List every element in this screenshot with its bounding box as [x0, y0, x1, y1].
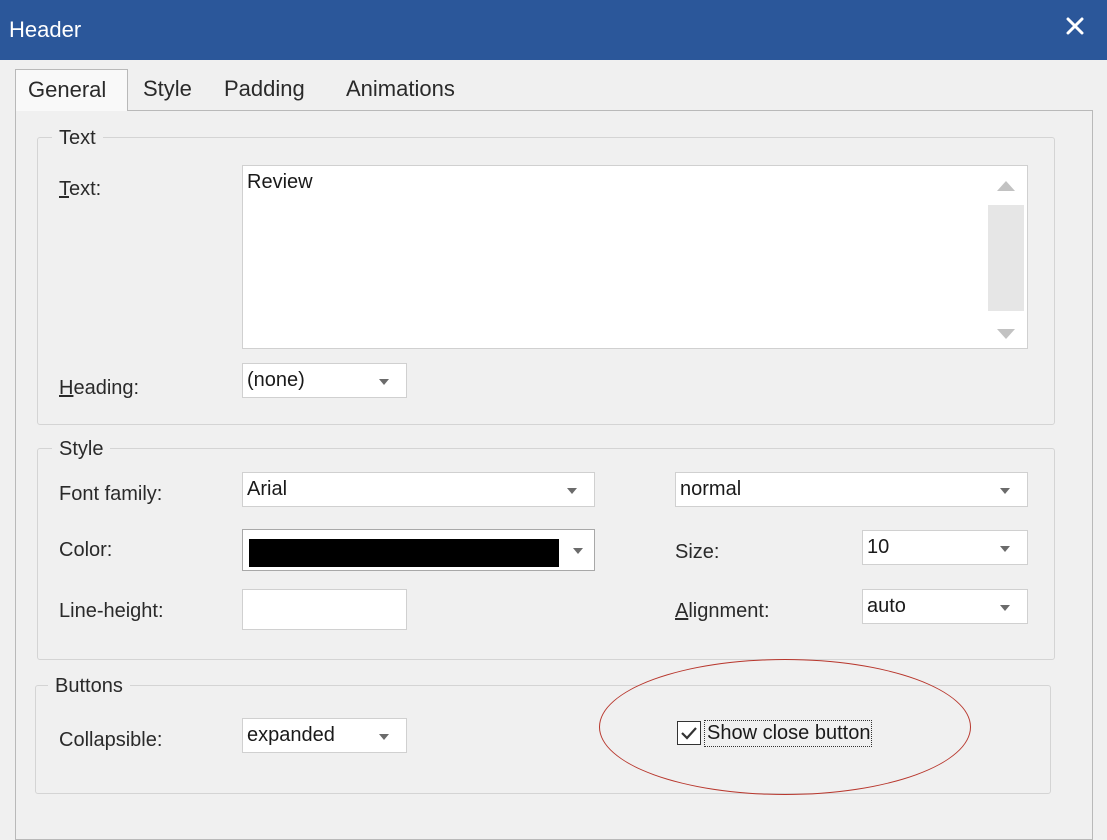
heading-field-label: Heading:: [59, 377, 139, 400]
font-weight-value: normal: [680, 478, 742, 500]
size-label: Size:: [675, 541, 720, 563]
font-family-value: Arial: [247, 478, 288, 500]
tab-animations[interactable]: Animations: [346, 76, 455, 102]
close-button[interactable]: [1043, 0, 1107, 52]
heading-select[interactable]: (none): [242, 363, 407, 398]
style-group-legend: Style: [52, 438, 111, 461]
tab-general[interactable]: General: [15, 69, 128, 111]
font-family-select[interactable]: Arial: [242, 472, 595, 507]
tab-style[interactable]: Style: [143, 76, 192, 102]
scroll-up-arrow-icon[interactable]: [997, 181, 1015, 191]
checkmark-icon: [681, 727, 697, 740]
alignment-label: Alignment:: [675, 600, 770, 623]
text-group-legend: Text: [52, 127, 103, 150]
font-weight-select[interactable]: normal: [675, 472, 1028, 507]
alignment-label-mnemonic: A: [675, 600, 689, 622]
heading-label-rest: eading:: [73, 377, 140, 399]
scroll-thumb[interactable]: [988, 205, 1024, 311]
chevron-down-icon: [573, 548, 583, 554]
text-textarea[interactable]: Review: [242, 165, 1028, 349]
chevron-down-icon: [1000, 487, 1010, 494]
alignment-value: auto: [867, 595, 906, 617]
scroll-down-arrow-icon[interactable]: [997, 329, 1015, 339]
text-field-label: Text:: [59, 178, 101, 201]
text-textarea-value: Review: [247, 171, 313, 193]
chevron-down-icon: [1000, 545, 1010, 552]
text-label-rest: ext:: [69, 178, 102, 200]
line-height-label: Line-height:: [59, 600, 164, 622]
show-close-checkbox[interactable]: [677, 721, 701, 745]
collapsible-select[interactable]: expanded: [242, 718, 407, 753]
heading-select-value: (none): [247, 369, 305, 391]
close-icon: [1066, 17, 1084, 35]
alignment-label-rest: lignment:: [688, 600, 770, 622]
font-family-label: Font family:: [59, 483, 163, 505]
size-value: 10: [867, 536, 890, 558]
color-swatch: [249, 539, 559, 567]
chevron-down-icon: [379, 378, 389, 385]
show-close-label[interactable]: Show close button: [704, 720, 873, 747]
size-select[interactable]: 10: [862, 530, 1028, 565]
collapsible-label: Collapsible:: [59, 729, 163, 751]
text-label-mnemonic: T: [59, 178, 69, 200]
chevron-down-icon: [567, 487, 577, 494]
color-picker[interactable]: [242, 529, 595, 571]
buttons-group-legend: Buttons: [48, 675, 130, 698]
alignment-select[interactable]: auto: [862, 589, 1028, 624]
heading-label-mnemonic: H: [59, 377, 74, 399]
tab-padding[interactable]: Padding: [224, 76, 305, 102]
color-label: Color:: [59, 539, 113, 561]
line-height-input[interactable]: [242, 589, 407, 630]
title-bar: Header: [0, 0, 1107, 60]
buttons-group: [35, 685, 1051, 794]
chevron-down-icon: [1000, 604, 1010, 611]
textarea-scrollbar[interactable]: [986, 171, 1024, 343]
collapsible-value: expanded: [247, 724, 335, 746]
chevron-down-icon: [379, 733, 389, 740]
window-title: Header: [9, 17, 82, 42]
